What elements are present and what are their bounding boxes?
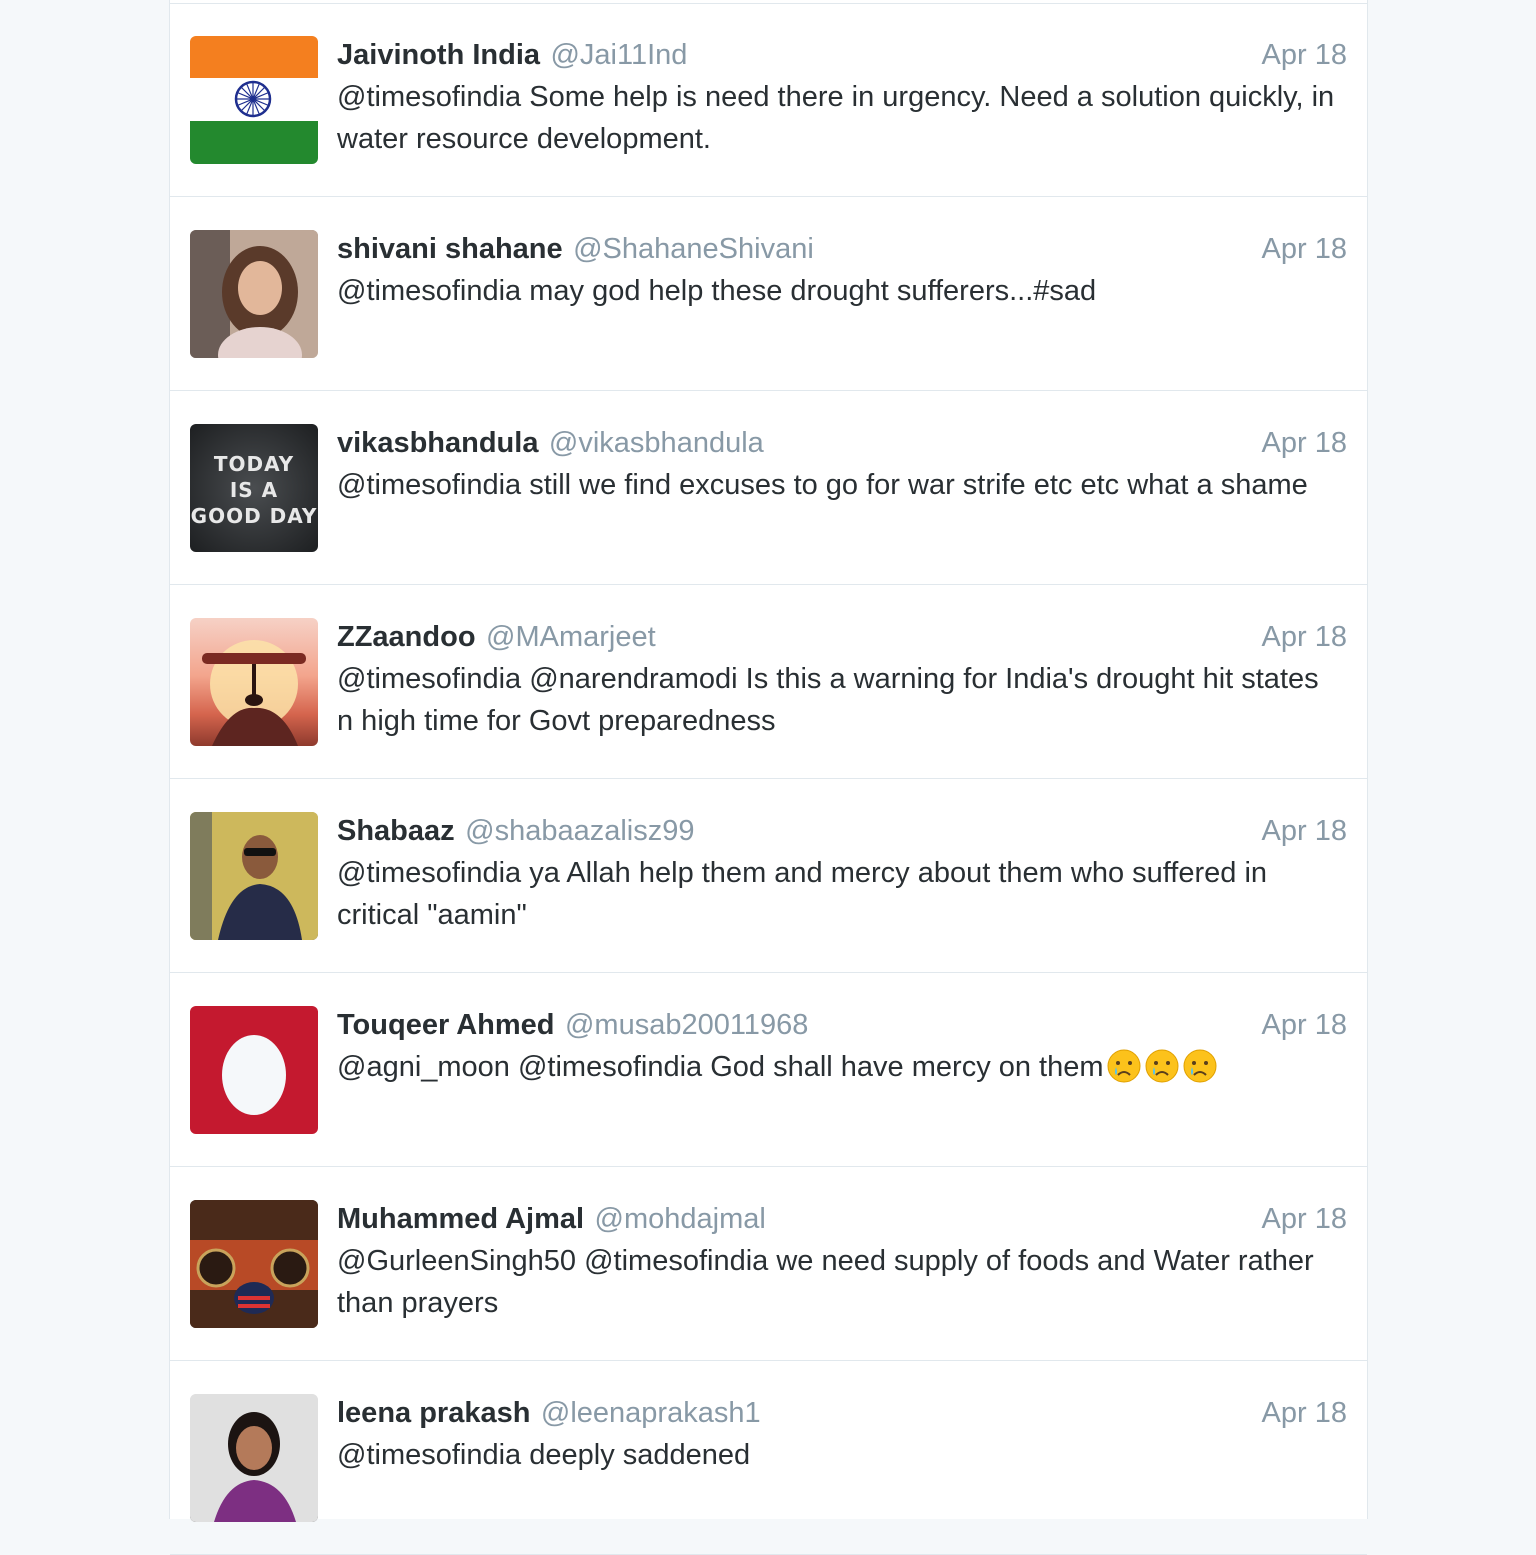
user-handle[interactable]: @musab20011968 (565, 1009, 808, 1041)
user-handle[interactable]: @vikasbhandula (549, 427, 764, 459)
user-name[interactable]: Touqeer Ahmed (337, 1009, 555, 1041)
user-name[interactable]: shivani shahane (337, 233, 563, 265)
avatar[interactable] (190, 1006, 318, 1134)
user-handle[interactable]: @leenaprakash1 (541, 1397, 761, 1429)
tweet-header: Shabaaz @shabaazalisz99 Apr 18 (337, 810, 1347, 852)
tweet-text: @timesofindia may god help these drought… (337, 275, 1097, 307)
ashoka-chakra-icon (234, 80, 272, 118)
user-name[interactable]: ZZaandoo (337, 621, 476, 653)
crying-face-icon (1183, 1049, 1217, 1083)
tweet-item[interactable]: Jaivinoth India @Jai11Ind Apr 18 @timeso… (170, 4, 1367, 197)
motorcycles-image (190, 1200, 318, 1328)
profile-photo (190, 812, 318, 940)
tweet-date[interactable]: Apr 18 (1262, 1198, 1347, 1240)
tweet-header: vikasbhandula @vikasbhandula Apr 18 (337, 422, 1347, 464)
crying-face-icon (1107, 1049, 1141, 1083)
tweet-header: Touqeer Ahmed @musab20011968 Apr 18 (337, 1004, 1347, 1046)
tweet-header: Muhammed Ajmal @mohdajmal Apr 18 (337, 1198, 1347, 1240)
default-egg-icon (222, 1035, 286, 1115)
avatar[interactable]: TODAY IS A GOOD DAY (190, 424, 318, 552)
flag-green-band (190, 121, 318, 164)
user-handle[interactable]: @mohdajmal (595, 1203, 766, 1235)
avatar-text-line: GOOD DAY (190, 504, 318, 528)
avatar[interactable] (190, 230, 318, 358)
tweet-item[interactable]: ZZaandoo @MAmarjeet Apr 18 @timesofindia… (170, 586, 1367, 779)
user-name[interactable]: Muhammed Ajmal (337, 1203, 584, 1235)
tweet-date[interactable]: Apr 18 (1262, 422, 1347, 464)
tweet-text: @timesofindia still we find excuses to g… (337, 469, 1308, 501)
tweet-text: @timesofindia deeply saddened (337, 1439, 751, 1471)
tweet-date[interactable]: Apr 18 (1262, 616, 1347, 658)
crying-face-icon (1145, 1049, 1179, 1083)
tweet-date[interactable]: Apr 18 (1262, 810, 1347, 852)
tweet-header: shivani shahane @ShahaneShivani Apr 18 (337, 228, 1347, 270)
tweet-header: leena prakash @leenaprakash1 Apr 18 (337, 1392, 1347, 1434)
avatar[interactable] (190, 812, 318, 940)
avatar[interactable] (190, 1394, 318, 1522)
tweet-item[interactable]: Shabaaz @shabaazalisz99 Apr 18 @timesofi… (170, 780, 1367, 973)
profile-photo (190, 230, 318, 358)
avatar-text-line: IS A (229, 478, 279, 502)
user-name[interactable]: Jaivinoth India (337, 39, 540, 71)
tweet-header: Jaivinoth India @Jai11Ind Apr 18 (337, 34, 1347, 76)
user-name[interactable]: Shabaaz (337, 815, 455, 847)
user-handle[interactable]: @MAmarjeet (486, 621, 656, 653)
profile-photo (190, 1394, 318, 1522)
tweet-text: @timesofindia Some help is need there in… (337, 81, 1335, 155)
tweet-item[interactable]: Muhammed Ajmal @mohdajmal Apr 18 @Gurlee… (170, 1168, 1367, 1361)
tweet-item[interactable]: Touqeer Ahmed @musab20011968 Apr 18 @agn… (170, 974, 1367, 1167)
tweet-text: @timesofindia ya Allah help them and mer… (337, 857, 1268, 931)
tweet-header: ZZaandoo @MAmarjeet Apr 18 (337, 616, 1347, 658)
tweet-text-body: @agni_moon @timesofindia God shall have … (337, 1051, 1104, 1083)
user-name[interactable]: leena prakash (337, 1397, 530, 1429)
tweet-text: @GurleenSingh50 @timesofindia we need su… (337, 1245, 1314, 1319)
tweet-item[interactable]: TODAY IS A GOOD DAY vikasbhandula @vikas… (170, 392, 1367, 585)
flag-saffron-band (190, 36, 318, 78)
user-handle[interactable]: @Jai11Ind (550, 39, 687, 71)
tweet-date[interactable]: Apr 18 (1262, 228, 1347, 270)
tweet-date[interactable]: Apr 18 (1262, 1004, 1347, 1046)
user-handle[interactable]: @shabaazalisz99 (465, 815, 694, 847)
tweet-text: @agni_moon @timesofindia God shall have … (337, 1046, 1342, 1088)
avatar[interactable] (190, 618, 318, 746)
ant-sunset-image (202, 640, 306, 746)
tweet-date[interactable]: Apr 18 (1262, 34, 1347, 76)
tweet-timeline: Jaivinoth India @Jai11Ind Apr 18 @timeso… (169, 0, 1368, 1555)
avatar[interactable] (190, 1200, 318, 1328)
avatar[interactable] (190, 36, 318, 164)
user-handle[interactable]: @ShahaneShivani (573, 233, 814, 265)
user-name[interactable]: vikasbhandula (337, 427, 538, 459)
tweet-item[interactable]: leena prakash @leenaprakash1 Apr 18 @tim… (170, 1362, 1367, 1555)
tweet-date[interactable]: Apr 18 (1262, 1392, 1347, 1434)
avatar-text: TODAY IS A GOOD DAY (190, 451, 318, 529)
avatar-text-line: TODAY (213, 452, 295, 476)
tweet-item[interactable]: shivani shahane @ShahaneShivani Apr 18 @… (170, 198, 1367, 391)
tweet-text: @timesofindia @narendramodi Is this a wa… (337, 663, 1319, 737)
